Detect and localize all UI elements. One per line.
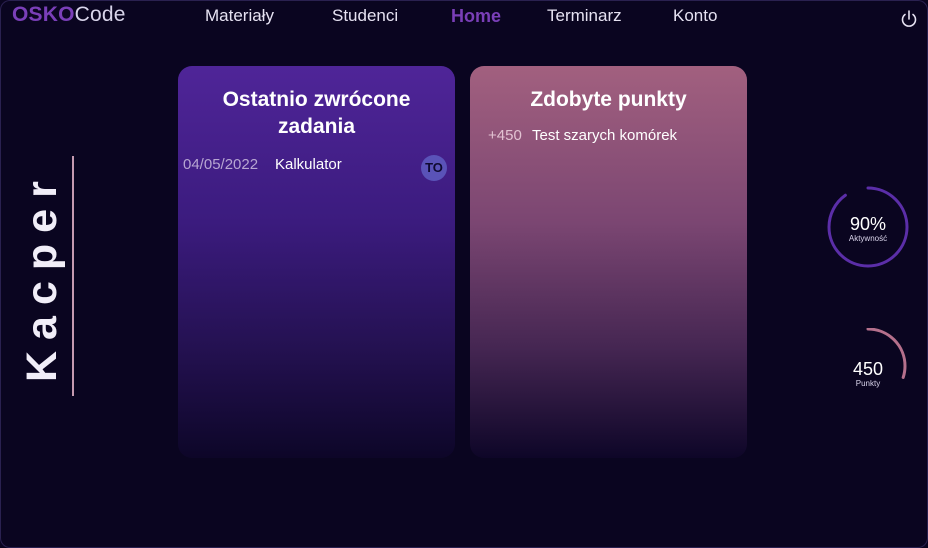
- points-test-name: Test szarych komórek: [532, 127, 678, 144]
- nav-studenci[interactable]: Studenci: [332, 5, 398, 29]
- name-divider: [72, 156, 74, 396]
- user-name-block: Kacper: [6, 156, 76, 396]
- activity-value: 90%: [849, 214, 887, 234]
- points-label: Punkty: [855, 379, 881, 388]
- nav-terminarz[interactable]: Terminarz: [547, 5, 622, 29]
- logo[interactable]: OSKOCode: [12, 2, 126, 28]
- returned-task-row[interactable]: 04/05/2022 Kalkulator TO: [178, 154, 455, 181]
- points-gauge: 450 Punkty: [825, 328, 911, 414]
- nav-materialy[interactable]: Materiały: [205, 5, 274, 29]
- activity-gauge: 90% Aktywność: [825, 184, 911, 270]
- points-amount: +450: [488, 127, 522, 144]
- task-name: Kalkulator: [275, 156, 342, 173]
- avatar[interactable]: TO: [421, 155, 447, 181]
- nav-konto[interactable]: Konto: [673, 5, 717, 29]
- logo-suffix: Code: [74, 3, 126, 26]
- app-window: OSKOCode Materiały Studenci Home Termina…: [0, 0, 928, 548]
- nav-home[interactable]: Home: [451, 5, 501, 29]
- activity-label: Aktywność: [848, 234, 888, 243]
- points-value: 450: [852, 359, 884, 379]
- returned-tasks-title: Ostatnio zwrócone zadania: [222, 88, 411, 138]
- earned-points-card: Zdobyte punkty +450 Test szarych komórek: [470, 66, 747, 458]
- earned-points-title: Zdobyte punkty: [530, 88, 687, 111]
- points-row[interactable]: +450 Test szarych komórek: [470, 125, 747, 147]
- returned-tasks-card: Ostatnio zwrócone zadania 04/05/2022 Kal…: [178, 66, 455, 458]
- task-date: 04/05/2022: [183, 156, 259, 173]
- user-name: Kacper: [18, 170, 66, 382]
- power-icon[interactable]: [898, 8, 920, 30]
- logo-brand: OSKO: [12, 3, 75, 26]
